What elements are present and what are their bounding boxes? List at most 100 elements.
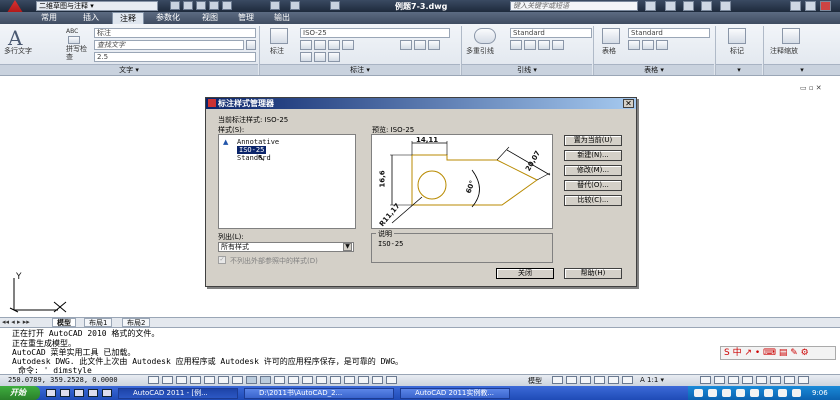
tab-annotate[interactable]: 注释: [112, 12, 144, 24]
grid-icon[interactable]: [176, 376, 187, 384]
exclude-xref-checkbox[interactable]: ✓: [218, 256, 226, 264]
taskbar-clock[interactable]: 9:06: [812, 389, 828, 397]
workspace-selector[interactable]: 二维草图与注释 ▾: [36, 1, 158, 11]
status-tool-icon[interactable]: [386, 376, 397, 384]
table-tool-icon[interactable]: [628, 40, 640, 50]
ducs-icon[interactable]: [260, 376, 271, 384]
text-style-combo[interactable]: 标注: [94, 28, 256, 38]
set-current-button[interactable]: 置为当前(U): [564, 135, 622, 146]
table-panel-title[interactable]: 表格 ▾: [594, 64, 714, 75]
tray-icon[interactable]: [778, 389, 787, 397]
save-icon[interactable]: [196, 1, 206, 10]
status-tool-icon[interactable]: [358, 376, 369, 384]
mleader-icon[interactable]: [474, 28, 496, 44]
dim-tool-icon[interactable]: [414, 40, 426, 50]
tab-layout1[interactable]: 布局1: [84, 318, 113, 327]
task-autocad[interactable]: AutoCAD 2011 - [例...: [118, 388, 238, 399]
tray-icon[interactable]: [750, 389, 759, 397]
dim-panel-title[interactable]: 标注 ▾: [260, 64, 460, 75]
osnap-icon[interactable]: [218, 376, 229, 384]
style-item-standard[interactable]: Standard: [237, 154, 271, 162]
markup-icon[interactable]: [728, 28, 746, 44]
print-icon[interactable]: [330, 1, 340, 10]
text-panel-title[interactable]: 文字 ▾: [0, 64, 258, 75]
quick-properties-icon[interactable]: [316, 376, 327, 384]
subscription-icon[interactable]: [665, 1, 676, 11]
tray-icon[interactable]: [722, 389, 731, 397]
status-menu-icon[interactable]: [784, 376, 795, 384]
annotation-scale-icon[interactable]: [782, 28, 800, 44]
multiline-text-button[interactable]: 多行文字: [4, 46, 32, 56]
snap-icon[interactable]: [162, 376, 173, 384]
status-tool-icon[interactable]: [372, 376, 383, 384]
scale-panel-title[interactable]: ▾: [764, 64, 840, 75]
dim-tool-icon[interactable]: [314, 52, 326, 62]
redo-icon[interactable]: [290, 1, 300, 10]
search-input[interactable]: 键入关键字或短语: [510, 1, 638, 11]
leader-panel-title[interactable]: 引线 ▾: [462, 64, 592, 75]
dialog-close-button[interactable]: ✕: [623, 99, 634, 108]
communication-icon[interactable]: [683, 1, 694, 11]
tray-icon[interactable]: [708, 389, 717, 397]
tray-icon[interactable]: [694, 389, 703, 397]
tab-view[interactable]: 视图: [194, 12, 226, 24]
clean-screen-icon[interactable]: [798, 376, 809, 384]
quicklaunch-icon[interactable]: [60, 389, 70, 397]
volume-icon[interactable]: [792, 389, 801, 397]
toolbar-lock-icon[interactable]: [742, 376, 753, 384]
tab-layout2[interactable]: 布局2: [122, 318, 151, 327]
annotation-visibility-icon[interactable]: [700, 376, 711, 384]
pan-icon[interactable]: [580, 376, 591, 384]
tab-output[interactable]: 输出: [266, 12, 298, 24]
spell-check-button[interactable]: 拼写检查: [66, 45, 88, 61]
tab-nav-arrows[interactable]: ◂◂ ◂ ▸ ▸▸: [2, 318, 30, 326]
viewport-controls[interactable]: ▭ ▫ ✕: [800, 84, 836, 92]
selection-cycling-icon[interactable]: [330, 376, 341, 384]
task-explorer[interactable]: D:\2011书\AutoCAD_2...: [244, 388, 394, 399]
spell-check-icon[interactable]: [68, 36, 80, 44]
zoom-icon[interactable]: [594, 376, 605, 384]
task-document[interactable]: AutoCAD 2011实例教...: [400, 388, 510, 399]
quicklaunch-icon[interactable]: [88, 389, 98, 397]
save-as-icon[interactable]: [209, 1, 219, 10]
auto-scale-icon[interactable]: [714, 376, 725, 384]
dyn-icon[interactable]: [274, 376, 285, 384]
polar-icon[interactable]: [204, 376, 215, 384]
help-icon[interactable]: [720, 1, 731, 11]
annotation-scale-button[interactable]: 注释缩放: [770, 46, 798, 56]
plot-icon[interactable]: [222, 1, 232, 10]
styles-listbox[interactable]: ▲ Annotative ISO-25 Standard ↖: [218, 134, 356, 229]
tab-parametric[interactable]: 参数化: [148, 12, 188, 24]
lineweight-icon[interactable]: [288, 376, 299, 384]
ortho-icon[interactable]: [190, 376, 201, 384]
compare-button[interactable]: 比较(C)...: [564, 195, 622, 206]
start-button[interactable]: 开始: [0, 386, 40, 400]
dim-style-combo[interactable]: ISO-25: [300, 28, 450, 38]
modify-button[interactable]: 修改(M)...: [564, 165, 622, 176]
leader-tool-icon[interactable]: [538, 40, 550, 50]
dimension-button[interactable]: 标注: [270, 46, 284, 56]
mleader-style-combo[interactable]: Standard: [510, 28, 592, 38]
override-button[interactable]: 替代(O)...: [564, 180, 622, 191]
3d-osnap-icon[interactable]: [232, 376, 243, 384]
markup-button[interactable]: 标记: [730, 46, 744, 56]
open-icon[interactable]: [183, 1, 193, 10]
markup-panel-title[interactable]: ▾: [716, 64, 762, 75]
isolate-objects-icon[interactable]: [770, 376, 781, 384]
new-button[interactable]: 新建(N)...: [564, 150, 622, 161]
maximize-icon[interactable]: [805, 1, 816, 11]
workspace-switch-icon[interactable]: [728, 376, 739, 384]
table-button[interactable]: 表格: [602, 46, 616, 56]
quick-view-drawings-icon[interactable]: [566, 376, 577, 384]
text-height-combo[interactable]: 2.5: [94, 52, 256, 62]
table-tool-icon[interactable]: [642, 40, 654, 50]
leader-tool-icon[interactable]: [510, 40, 522, 50]
leader-tool-icon[interactable]: [524, 40, 536, 50]
tab-manage[interactable]: 管理: [230, 12, 262, 24]
dim-tool-icon[interactable]: [328, 52, 340, 62]
table-style-combo[interactable]: Standard: [628, 28, 710, 38]
model-space-toggle[interactable]: 模型: [528, 376, 542, 386]
close-button[interactable]: 关闭: [496, 268, 554, 279]
search-icon[interactable]: [645, 1, 656, 11]
undo-icon[interactable]: [270, 1, 280, 10]
